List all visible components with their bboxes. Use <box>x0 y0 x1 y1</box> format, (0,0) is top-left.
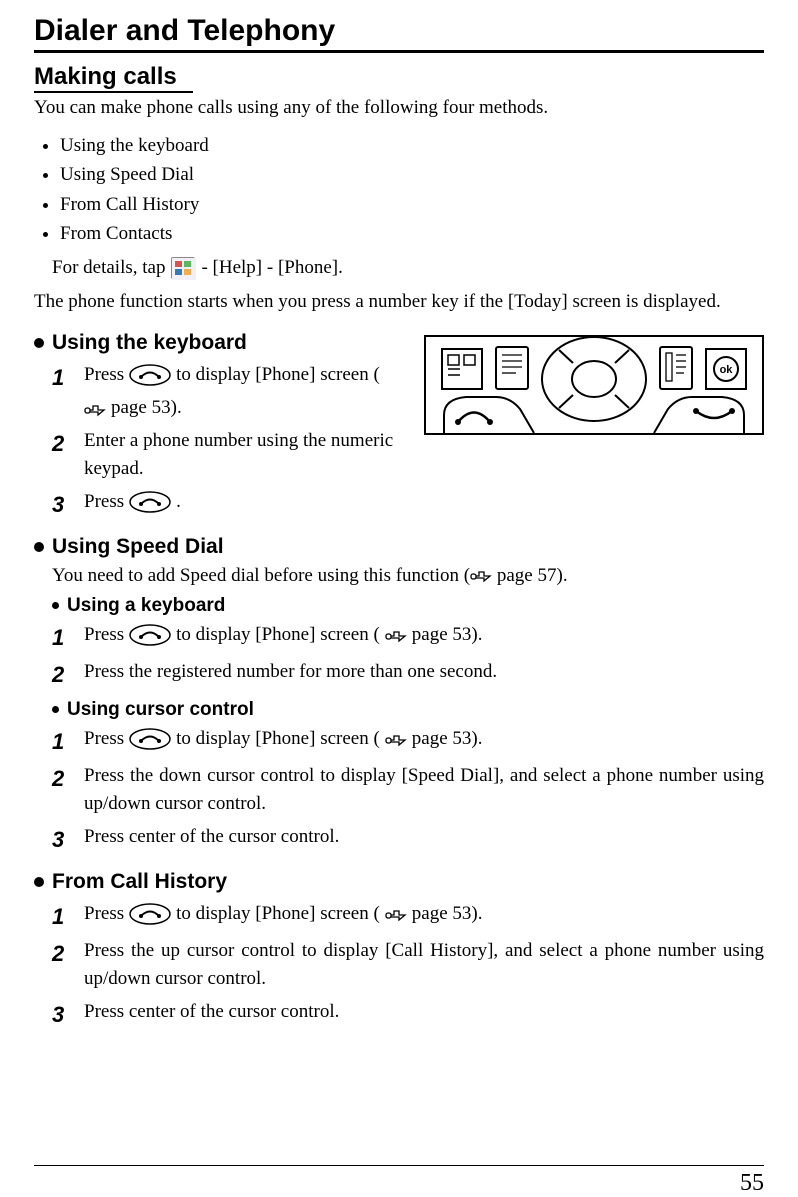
step: 2 Enter a phone number using the numeric… <box>52 427 404 484</box>
bullet-icon <box>34 338 44 348</box>
step-number: 2 <box>52 937 84 970</box>
step-number: 3 <box>52 998 84 1031</box>
phone-function-note: The phone function starts when you press… <box>34 291 764 313</box>
subsection-speed-keyboard: Using a keyboard <box>52 595 764 617</box>
step: 2 Press the registered number for more t… <box>52 658 764 691</box>
details-suffix: - [Help] - [Phone]. <box>201 257 342 279</box>
method-item: Using the keyboard <box>60 131 764 160</box>
bullet-icon <box>34 542 44 552</box>
talk-button-icon <box>129 903 171 925</box>
start-menu-icon <box>171 257 195 279</box>
method-item: From Call History <box>60 190 764 219</box>
hand-point-icon <box>385 626 407 644</box>
hand-point-icon <box>385 730 407 748</box>
subsection-using-speed-dial: Using Speed Dial <box>34 535 764 559</box>
method-list: Using the keyboard Using Speed Dial From… <box>34 131 764 249</box>
step-number: 2 <box>52 427 84 460</box>
step-number: 3 <box>52 488 84 521</box>
subsection-from-call-history: From Call History <box>34 870 764 894</box>
step: 2 Press the down cursor control to displ… <box>52 762 764 819</box>
bullet-icon <box>52 706 59 713</box>
chapter-title: Dialer and Telephony <box>34 14 764 53</box>
speed-dial-note: You need to add Speed dial before using … <box>52 565 764 587</box>
step-number: 1 <box>52 725 84 758</box>
hand-point-icon <box>385 905 407 923</box>
step: 3 Press center of the cursor control. <box>52 823 764 856</box>
details-line: For details, tap - [Help] - [Phone]. <box>52 257 764 279</box>
step: 1 Press to display [Phone] screen ( page… <box>52 621 764 654</box>
step-number: 1 <box>52 621 84 654</box>
details-prefix: For details, tap <box>52 257 165 279</box>
step: 1 Press to display [Phone] screen ( page… <box>52 361 404 423</box>
page-number: 55 <box>740 1170 764 1197</box>
step-number: 2 <box>52 762 84 795</box>
hand-point-icon <box>470 567 492 585</box>
step-number: 2 <box>52 658 84 691</box>
talk-button-icon <box>129 364 171 386</box>
step: 3 Press center of the cursor control. <box>52 998 764 1031</box>
bullet-icon <box>52 602 59 609</box>
step: 1 Press to display [Phone] screen ( page… <box>52 900 764 933</box>
hand-point-icon <box>84 400 106 418</box>
talk-button-icon <box>129 491 171 513</box>
step: 2 Press the up cursor control to display… <box>52 937 764 994</box>
talk-button-icon <box>129 728 171 750</box>
talk-button-icon <box>129 624 171 646</box>
subsection-speed-cursor: Using cursor control <box>52 699 764 721</box>
step-number: 3 <box>52 823 84 856</box>
svg-text:ok: ok <box>720 364 734 376</box>
device-keypad-figure: ok <box>424 335 764 435</box>
section-title: Making calls <box>34 63 193 93</box>
intro-text: You can make phone calls using any of th… <box>34 97 764 119</box>
page-footer: 55 <box>34 1165 764 1168</box>
method-item: From Contacts <box>60 219 764 248</box>
step: 3 Press . <box>52 488 764 521</box>
step-number: 1 <box>52 900 84 933</box>
step: 1 Press to display [Phone] screen ( page… <box>52 725 764 758</box>
bullet-icon <box>34 877 44 887</box>
step-number: 1 <box>52 361 84 394</box>
method-item: Using Speed Dial <box>60 160 764 189</box>
